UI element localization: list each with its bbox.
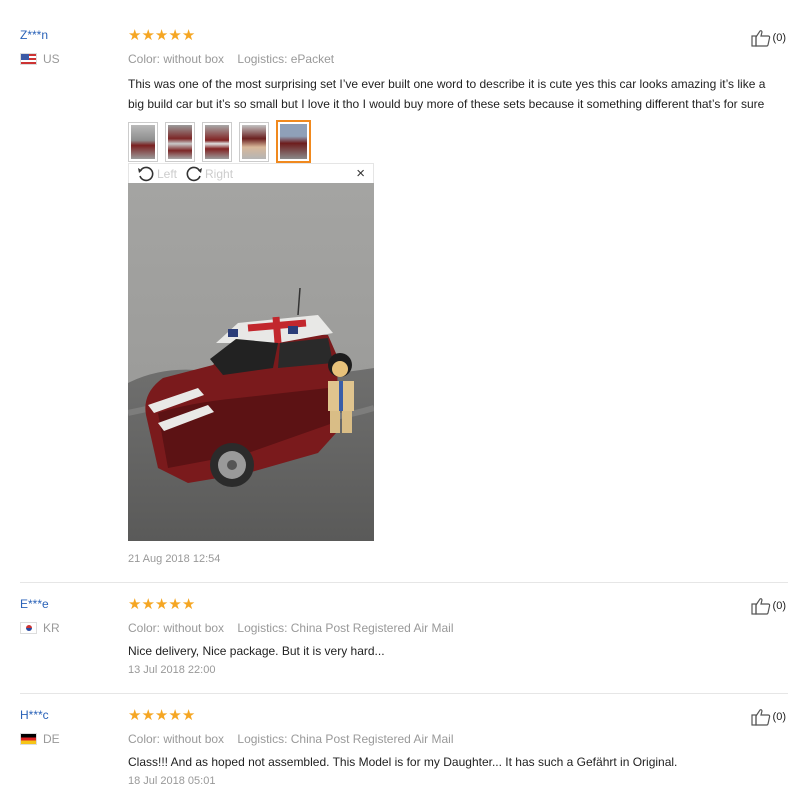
helpful-vote[interactable]: (0) — [750, 29, 786, 47]
review-divider — [20, 693, 788, 694]
order-attributes: Color: without box Logistics: China Post… — [128, 732, 768, 746]
buyer-info: E***e KR — [20, 597, 60, 635]
de-flag-icon — [20, 733, 37, 745]
logistics-attribute: Logistics: China Post Registered Air Mai… — [237, 621, 454, 635]
thumbs-up-icon — [750, 30, 770, 47]
helpful-vote[interactable]: (0) — [750, 597, 786, 615]
review-divider — [20, 582, 788, 583]
review-content: ★ ★ ★ ★ ★ Color: without box Logistics: Chin… — [128, 708, 768, 788]
color-attribute: Color: without box — [128, 621, 225, 635]
rotate-right-icon — [186, 166, 203, 181]
star-icon: ★ — [128, 27, 141, 44]
country-code: KR — [43, 621, 60, 635]
helpful-vote[interactable]: (0) — [750, 708, 786, 726]
star-rating: ★ ★ ★ ★ ★ — [128, 708, 768, 724]
star-rating: ★ ★ ★ ★ ★ — [128, 597, 768, 613]
star-icon: ★ — [128, 596, 141, 613]
star-icon: ★ — [154, 707, 168, 724]
image-viewer-toolbar: Left Right × — [128, 163, 374, 183]
image-viewer: Left Right × — [128, 163, 374, 541]
us-flag-icon — [20, 53, 37, 65]
buyer-info: H***c DE — [20, 708, 60, 746]
review-text: This was one of the most surprising set … — [128, 77, 766, 111]
star-icon: ★ — [141, 707, 154, 724]
rotate-left-icon — [138, 166, 154, 181]
review-thumbnail[interactable] — [128, 122, 158, 162]
buyer-country: DE — [20, 732, 60, 746]
close-viewer-button[interactable]: × — [356, 165, 365, 182]
review-date: 13 Jul 2018 22:00 — [128, 664, 216, 676]
review-thumbnail[interactable] — [239, 122, 269, 162]
country-code: DE — [43, 732, 60, 746]
star-icon: ★ — [168, 27, 181, 44]
review-text: Nice delivery, Nice package. But it is v… — [128, 644, 385, 658]
review-text: Class!!! And as hoped not assembled. Thi… — [128, 755, 678, 769]
review-thumbnail[interactable] — [202, 122, 232, 162]
star-icon: ★ — [154, 27, 168, 44]
buyer-country: KR — [20, 621, 60, 635]
review-date: 18 Jul 2018 05:01 — [128, 775, 216, 787]
review-image-thumbnails — [128, 120, 768, 168]
rotate-left-label: Left — [157, 166, 178, 181]
review-content: ★ ★ ★ ★ ★ Color: without box Logistics: ePac… — [128, 28, 768, 168]
review-content: ★ ★ ★ ★ ★ Color: without box Logistics: Chin… — [128, 597, 768, 677]
thumbs-up-icon — [750, 709, 770, 726]
rotate-right-button[interactable]: Right — [185, 165, 233, 183]
color-attribute: Color: without box — [128, 732, 225, 746]
helpful-count: (0) — [772, 600, 786, 612]
star-icon: ★ — [141, 596, 154, 613]
review-date: 21 Aug 2018 12:54 — [128, 553, 221, 565]
star-icon: ★ — [181, 596, 195, 613]
star-icon: ★ — [128, 707, 141, 724]
star-icon: ★ — [181, 707, 195, 724]
color-attribute: Color: without box — [128, 52, 225, 66]
review-photo — [128, 183, 374, 541]
review-thumbnail[interactable] — [165, 122, 195, 162]
buyer-info: Z***n US — [20, 28, 60, 66]
star-icon: ★ — [168, 596, 181, 613]
star-icon: ★ — [154, 596, 168, 613]
helpful-count: (0) — [772, 711, 786, 723]
buyer-country: US — [20, 52, 60, 66]
country-code: US — [43, 52, 60, 66]
rotate-right-label: Right — [205, 166, 234, 181]
star-icon: ★ — [141, 27, 154, 44]
thumbs-up-icon — [750, 598, 770, 615]
rotate-left-button[interactable]: Left — [137, 165, 177, 183]
kr-flag-icon — [20, 622, 37, 634]
buyer-name-link[interactable]: H***c — [20, 708, 60, 722]
star-rating: ★ ★ ★ ★ ★ — [128, 28, 768, 44]
logistics-attribute: Logistics: China Post Registered Air Mai… — [237, 732, 454, 746]
buyer-name-link[interactable]: Z***n — [20, 28, 60, 42]
helpful-count: (0) — [772, 32, 786, 44]
order-attributes: Color: without box Logistics: China Post… — [128, 621, 768, 635]
logistics-attribute: Logistics: ePacket — [237, 52, 335, 66]
order-attributes: Color: without box Logistics: ePacket — [128, 52, 768, 66]
star-icon: ★ — [181, 27, 195, 44]
review-thumbnail-active[interactable] — [276, 120, 311, 168]
star-icon: ★ — [168, 707, 181, 724]
buyer-name-link[interactable]: E***e — [20, 597, 60, 611]
